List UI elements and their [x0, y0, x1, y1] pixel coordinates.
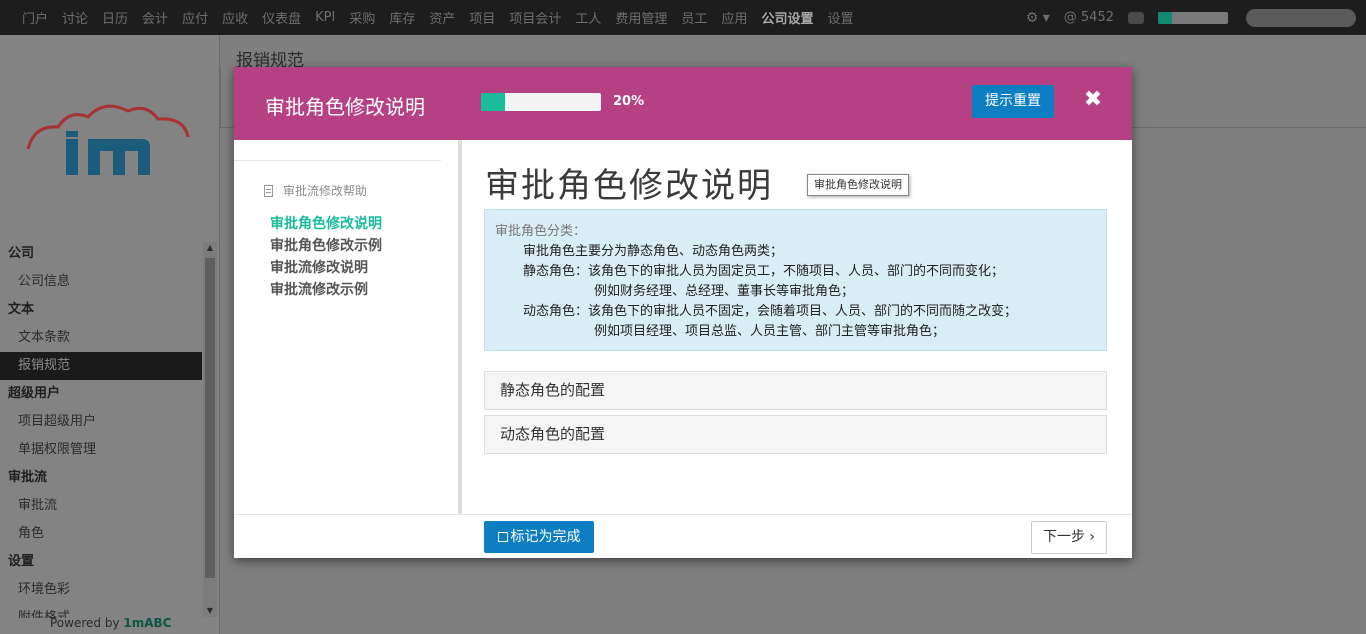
top-nav-items: 门户 讨论 日历 会计 应付 应收 仪表盘 KPI 采购 库存 资产 项目 项目…: [0, 8, 867, 27]
info-box: 审批角色分类： 审批角色主要分为静态角色、动态角色两类； 静态角色：该角色下的审…: [484, 209, 1107, 351]
nav-link-flow-example[interactable]: 审批流修改示例: [270, 279, 382, 301]
nav-item-purchase[interactable]: 采购: [349, 8, 375, 27]
nav-item-employees[interactable]: 员工: [681, 8, 707, 27]
top-nav: 门户 讨论 日历 会计 应付 应收 仪表盘 KPI 采购 库存 资产 项目 项目…: [0, 0, 1366, 35]
nav-item-receivable[interactable]: 应收: [222, 8, 248, 27]
sidebar-scrollbar[interactable]: ▲ ▼: [203, 242, 217, 617]
user-menu[interactable]: [1246, 8, 1356, 27]
sidebar-section-text: 文本: [8, 302, 35, 317]
accordion-static-role-config[interactable]: 静态角色的配置: [484, 371, 1107, 410]
mark-complete-button[interactable]: 标记为完成: [484, 521, 594, 553]
modal-footer: 标记为完成 下一步 ›: [234, 514, 1132, 558]
nav-link-flow-explanation[interactable]: 审批流修改说明: [270, 257, 382, 279]
sidebar-item-text-terms[interactable]: 文本条款: [0, 324, 202, 352]
sidebar: 公司 公司信息 文本 文本条款 报销规范 超级用户 项目超级用户 单据权限管理 …: [0, 35, 220, 634]
nav-item-payable[interactable]: 应付: [182, 8, 208, 27]
top-progress-bar: [1158, 11, 1228, 24]
powered-by: Powered by 1mABC: [50, 616, 171, 630]
gear-icon[interactable]: ⚙ ▾: [1026, 10, 1050, 26]
close-icon[interactable]: ✖: [1082, 87, 1104, 113]
content-title: 审批角色修改说明: [485, 166, 773, 206]
accordion-dynamic-role-config[interactable]: 动态角色的配置: [484, 415, 1107, 454]
nav-link-role-example[interactable]: 审批角色修改示例: [270, 235, 382, 257]
sidebar-item-document-permissions[interactable]: 单据权限管理: [0, 436, 202, 464]
sidebar-section-company: 公司: [8, 246, 35, 261]
nav-item-dashboard[interactable]: 仪表盘: [262, 8, 301, 27]
nav-link-role-explanation[interactable]: 审批角色修改说明: [270, 213, 382, 235]
sidebar-menu: 公司 公司信息 文本 文本条款 报销规范 超级用户 项目超级用户 单据权限管理 …: [0, 240, 202, 618]
nav-item-settings[interactable]: 设置: [827, 8, 853, 27]
nav-item-calendar[interactable]: 日历: [102, 8, 128, 27]
nav-item-portal[interactable]: 门户: [22, 8, 48, 27]
sidebar-item-approval-flow[interactable]: 审批流: [0, 492, 202, 520]
top-nav-right: ⚙ ▾ @ 5452: [1026, 0, 1366, 35]
sidebar-item-project-superuser[interactable]: 项目超级用户: [0, 408, 202, 436]
scroll-up-icon[interactable]: ▲: [205, 242, 215, 254]
powered-by-brand[interactable]: 1mABC: [123, 616, 171, 630]
sidebar-section-superuser: 超级用户: [8, 386, 61, 401]
nav-item-apps[interactable]: 应用: [721, 8, 747, 27]
nav-item-accounting[interactable]: 会计: [142, 8, 168, 27]
sidebar-section-settings: 设置: [8, 554, 35, 569]
sidebar-section-approval: 审批流: [8, 470, 48, 485]
help-modal: 审批角色修改说明 20% 提示重置 ✖ 审批流修改帮助 审批角色修改说明 审批角…: [234, 67, 1132, 558]
chat-icon[interactable]: [1128, 11, 1144, 24]
nav-item-workers[interactable]: 工人: [575, 8, 601, 27]
scrollbar-thumb[interactable]: [205, 258, 215, 578]
tooltip: 审批角色修改说明: [807, 174, 909, 196]
mark-complete-label: 标记为完成: [510, 529, 581, 545]
nav-item-kpi[interactable]: KPI: [315, 10, 335, 25]
nav-item-company-settings[interactable]: 公司设置: [761, 8, 813, 27]
info-line: 例如财务经理、总经理、董事长等审批角色；: [594, 284, 855, 299]
nav-links: 审批角色修改说明 审批角色修改示例 审批流修改说明 审批流修改示例: [270, 213, 382, 301]
nav-help-label: 审批流修改帮助: [283, 184, 368, 198]
info-line: 审批角色主要分为静态角色、动态角色两类；: [523, 244, 784, 259]
info-line: 动态角色：该角色下的审批人员不固定，会随着项目、人员、部门的不同而随之改变；: [523, 304, 1018, 319]
sidebar-item-theme-colors[interactable]: 环境色彩: [0, 576, 202, 604]
info-title: 审批角色分类：: [495, 224, 587, 239]
sidebar-item-roles[interactable]: 角色: [0, 520, 202, 548]
nav-item-project-accounting[interactable]: 项目会计: [509, 8, 561, 27]
nav-item-discussion[interactable]: 讨论: [62, 8, 88, 27]
info-line: 例如项目经理、项目总监、人员主管、部门主管等审批角色；: [594, 324, 946, 339]
modal-progress-label: 20%: [613, 94, 645, 109]
reset-hints-button[interactable]: 提示重置: [972, 85, 1054, 118]
info-line: 静态角色：该角色下的审批人员为固定员工，不随项目、人员、部门的不同而变化；: [523, 264, 1005, 279]
company-logo: [26, 104, 190, 175]
mention-count[interactable]: @ 5452: [1064, 10, 1114, 25]
sidebar-item-reimbursement-rules[interactable]: 报销规范: [0, 352, 202, 380]
nav-item-inventory[interactable]: 库存: [389, 8, 415, 27]
sidebar-item-company-info[interactable]: 公司信息: [0, 268, 202, 296]
scroll-down-icon[interactable]: ▼: [205, 605, 215, 617]
modal-progress-bar: [481, 93, 601, 111]
modal-nav: 审批流修改帮助 审批角色修改说明 审批角色修改示例 审批流修改说明 审批流修改示…: [234, 140, 462, 514]
nav-item-assets[interactable]: 资产: [429, 8, 455, 27]
checkbox-icon: [497, 532, 508, 542]
nav-item-project[interactable]: 项目: [469, 8, 495, 27]
nav-item-expense[interactable]: 费用管理: [615, 8, 667, 27]
document-icon: [264, 184, 273, 197]
powered-by-prefix: Powered by: [50, 616, 124, 630]
top-progress-fill: [1158, 11, 1172, 24]
nav-help-heading: 审批流修改帮助: [264, 182, 367, 199]
modal-header: 审批角色修改说明 20% 提示重置 ✖: [234, 67, 1132, 140]
content-divider-vertical: [220, 68, 221, 128]
modal-title: 审批角色修改说明: [265, 95, 425, 119]
next-step-button[interactable]: 下一步 ›: [1031, 521, 1107, 554]
modal-progress-fill: [481, 93, 505, 111]
nav-divider: [234, 160, 441, 161]
